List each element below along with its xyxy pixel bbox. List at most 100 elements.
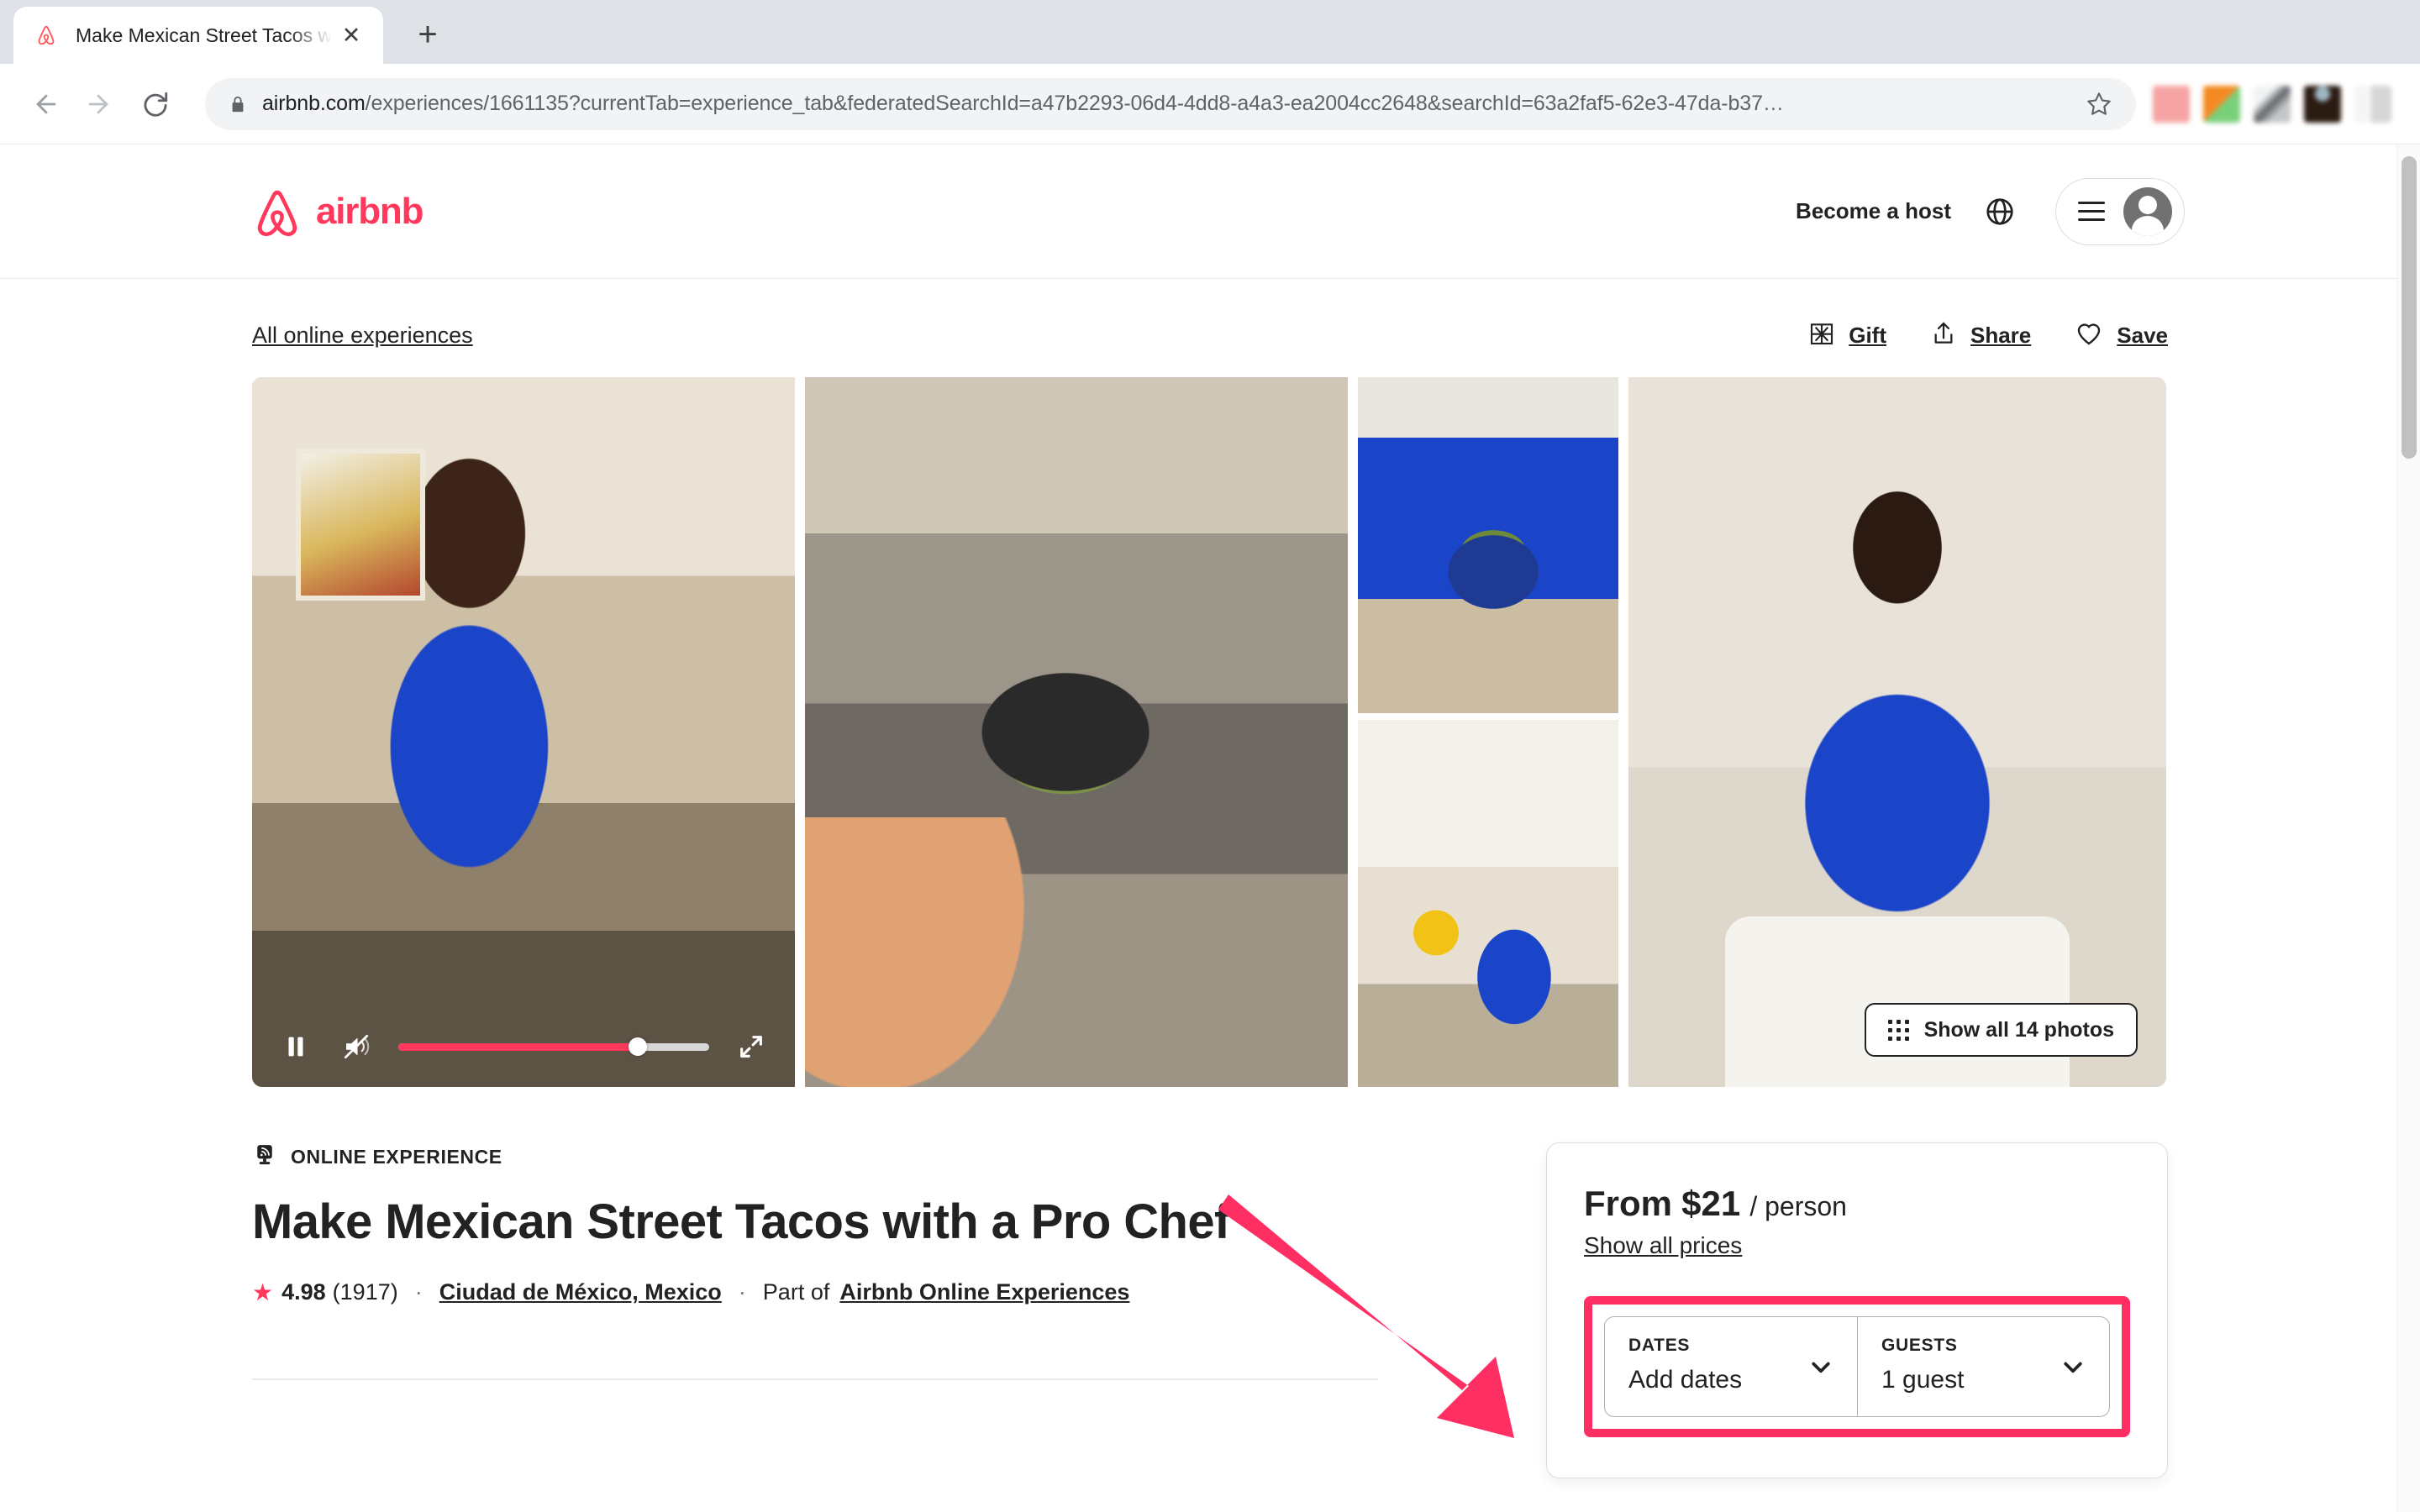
- new-tab-button[interactable]: +: [402, 8, 454, 60]
- gift-icon: [1808, 320, 1835, 351]
- chevron-down-icon[interactable]: [2060, 1354, 2086, 1383]
- show-all-prices-link[interactable]: Show all prices: [1584, 1232, 1742, 1259]
- extension-icon-2[interactable]: [2203, 85, 2240, 123]
- address-bar[interactable]: airbnb.com/experiences/1661135?currentTa…: [205, 77, 2136, 130]
- gallery-video-frame: [252, 377, 795, 1087]
- page-title: Make Mexican Street Tacos with a Pro Che…: [252, 1194, 1230, 1249]
- tab-strip: Make Mexican Street Tacos wit ✕ +: [0, 0, 2420, 64]
- meta-separator-1: ·: [414, 1278, 423, 1305]
- url-path: /experiences/1661135?currentTab=experien…: [365, 92, 1784, 115]
- utility-row: All online experiences Gift Share Save: [252, 279, 2168, 377]
- back-icon[interactable]: [20, 78, 72, 130]
- star-icon: ★: [252, 1278, 274, 1305]
- gallery-video[interactable]: [252, 377, 795, 1087]
- gallery-photo-4[interactable]: [1358, 720, 1618, 1087]
- airbnb-logo[interactable]: airbnb: [252, 185, 424, 239]
- globe-icon[interactable]: [1980, 192, 2020, 232]
- page-content: All online experiences Gift Share Save S…: [0, 279, 2420, 1478]
- extension-icon-3[interactable]: [2254, 85, 2291, 123]
- guests-selector[interactable]: GUESTS 1 guest: [1857, 1317, 2109, 1416]
- extension-icons: [2153, 85, 2400, 123]
- booking-panel: From $21 / person Show all prices DATES …: [1218, 1142, 2168, 1478]
- gallery-photo-2[interactable]: [805, 377, 1348, 1087]
- progress-knob[interactable]: [628, 1037, 647, 1056]
- bookmark-star-icon[interactable]: [2081, 86, 2118, 123]
- muted-volume-icon[interactable]: [338, 1028, 375, 1065]
- reload-icon[interactable]: [129, 78, 182, 130]
- guests-label: GUESTS: [1881, 1336, 1958, 1355]
- pink-highlight-box: DATES Add dates GUESTS 1 guest: [1584, 1296, 2130, 1437]
- page-scrollbar[interactable]: [2396, 144, 2420, 1512]
- lock-icon: [229, 93, 247, 115]
- grid-icon: [1887, 1019, 1909, 1041]
- url-text: airbnb.com/experiences/1661135?currentTa…: [262, 92, 1784, 116]
- badge-label: ONLINE EXPERIENCE: [291, 1146, 502, 1168]
- price-amount: $21: [1681, 1184, 1741, 1223]
- tab-title: Make Mexican Street Tacos wit: [76, 24, 334, 46]
- video-progress-bar[interactable]: [398, 1028, 709, 1065]
- listing-info: ONLINE EXPERIENCE Make Mexican Street Ta…: [252, 1142, 1378, 1478]
- show-all-photos-button[interactable]: Show all 14 photos: [1864, 1003, 2138, 1057]
- browser-chrome: Make Mexican Street Tacos wit ✕ + airbnb…: [0, 0, 2420, 144]
- breadcrumb[interactable]: All online experiences: [252, 323, 473, 349]
- url-host: airbnb.com: [262, 92, 366, 115]
- site-header: airbnb Become a host: [0, 144, 2420, 279]
- pause-icon[interactable]: [277, 1028, 314, 1065]
- gallery-photo-2-image: [805, 377, 1348, 1087]
- hamburger-icon: [2078, 202, 2105, 221]
- price-prefix: From: [1584, 1184, 1672, 1223]
- browser-tab[interactable]: Make Mexican Street Tacos wit ✕: [13, 7, 383, 64]
- scrollbar-thumb[interactable]: [2402, 156, 2417, 459]
- show-all-photos-label: Show all 14 photos: [1923, 1017, 2114, 1042]
- dates-guests-row: DATES Add dates GUESTS 1 guest: [1604, 1316, 2110, 1417]
- dates-value: Add dates: [1628, 1366, 1743, 1394]
- rating-value: 4.98: [281, 1278, 326, 1305]
- meta-separator-2: ·: [738, 1278, 746, 1305]
- browser-toolbar: airbnb.com/experiences/1661135?currentTa…: [0, 64, 2420, 144]
- extension-icon-5[interactable]: [2354, 85, 2391, 123]
- dates-selector[interactable]: DATES Add dates: [1605, 1317, 1857, 1416]
- close-icon[interactable]: ✕: [334, 18, 368, 52]
- gallery-photo-5-image: [1628, 377, 2166, 1087]
- heart-icon: [2075, 319, 2103, 352]
- utility-actions: Gift Share Save: [1808, 319, 2168, 352]
- review-count: (1917): [332, 1278, 398, 1305]
- user-menu-button[interactable]: [2055, 177, 2185, 245]
- section-divider: [252, 1378, 1378, 1380]
- dates-label: DATES: [1628, 1336, 1691, 1355]
- airbnb-belo-icon: [252, 185, 302, 239]
- gallery-photo-3-image: [1358, 377, 1618, 713]
- save-button[interactable]: Save: [2075, 319, 2168, 352]
- gift-button[interactable]: Gift: [1808, 320, 1886, 351]
- progress-fill: [398, 1042, 638, 1051]
- forward-icon[interactable]: [72, 78, 124, 130]
- gallery-photo-3[interactable]: [1358, 377, 1618, 713]
- photo-gallery: Show all 14 photos: [252, 377, 2168, 1087]
- avatar: [2123, 186, 2172, 236]
- part-of-link[interactable]: Airbnb Online Experiences: [839, 1279, 1129, 1305]
- extension-icon-4[interactable]: [2304, 85, 2341, 123]
- part-of-prefix: Part of: [762, 1278, 830, 1305]
- listing-location-link[interactable]: Ciudad de México, Mexico: [439, 1279, 722, 1305]
- airbnb-favicon-icon: [34, 23, 59, 48]
- booking-card: From $21 / person Show all prices DATES …: [1546, 1142, 2168, 1478]
- online-experience-icon: [252, 1142, 277, 1172]
- gift-label: Gift: [1849, 323, 1886, 348]
- header-actions: Become a host: [1796, 177, 2353, 245]
- airbnb-wordmark: airbnb: [316, 190, 424, 232]
- become-a-host-link[interactable]: Become a host: [1796, 198, 1951, 224]
- share-button[interactable]: Share: [1930, 320, 2031, 351]
- save-label: Save: [2117, 323, 2168, 348]
- share-label: Share: [1970, 323, 2032, 348]
- price-line: From $21 / person: [1584, 1184, 2130, 1224]
- chevron-down-icon[interactable]: [1808, 1354, 1833, 1383]
- guests-value: 1 guest: [1881, 1366, 1965, 1394]
- gallery-photo-4-image: [1358, 720, 1618, 1087]
- expand-icon[interactable]: [733, 1028, 770, 1065]
- gallery-photo-5[interactable]: Show all 14 photos: [1628, 377, 2166, 1087]
- listing-meta: ★ 4.98 (1917) · Ciudad de México, Mexico…: [252, 1278, 1378, 1306]
- share-icon: [1930, 320, 1957, 351]
- listing-section: ONLINE EXPERIENCE Make Mexican Street Ta…: [252, 1087, 2168, 1478]
- video-controls: [252, 1006, 795, 1087]
- extension-icon-1[interactable]: [2153, 85, 2190, 123]
